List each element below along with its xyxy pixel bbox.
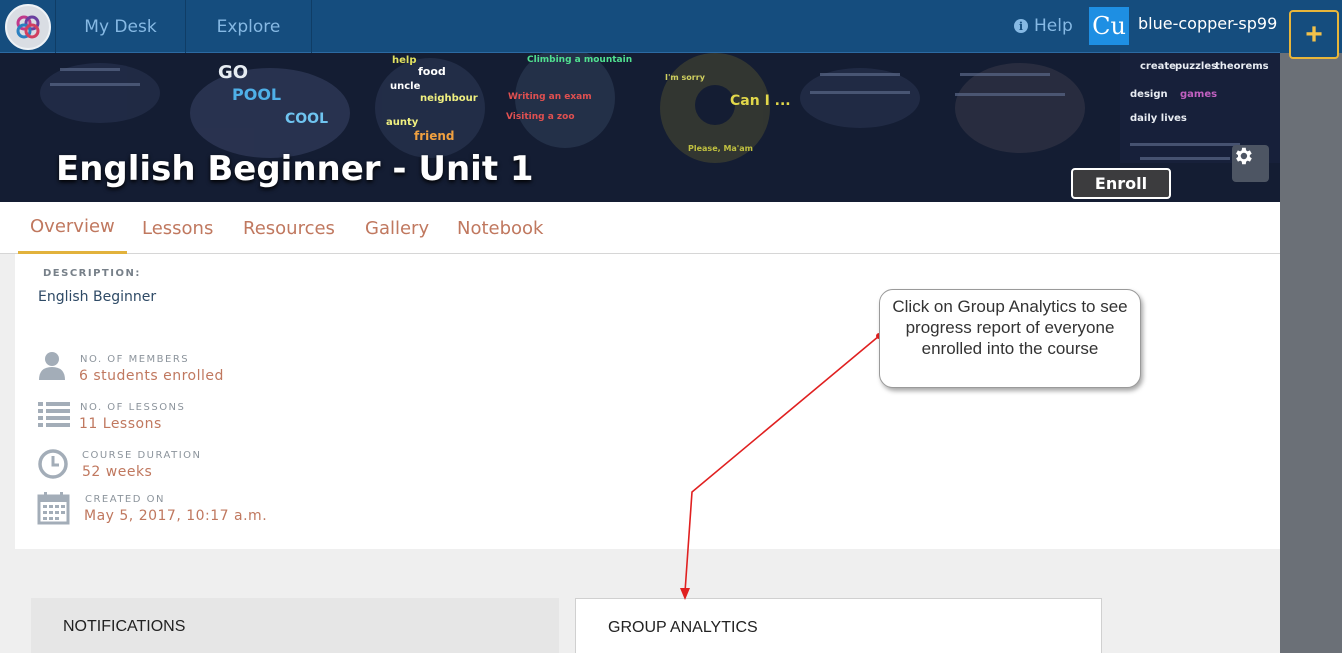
banner-word: COOL — [285, 111, 328, 127]
banner-word: POOL — [232, 85, 281, 104]
banner-word: food — [418, 65, 446, 78]
banner-word: Visiting a zoo — [506, 112, 575, 122]
settings-button[interactable] — [1232, 145, 1269, 182]
created-label: CREATED ON — [85, 494, 165, 505]
banner-word: help — [392, 55, 417, 66]
tab-overview[interactable]: Overview — [18, 202, 127, 254]
tab-lessons[interactable]: Lessons — [142, 202, 213, 254]
app-root: + My Desk Explore i Help Cu blue-copper-… — [0, 0, 1342, 653]
calendar-icon — [37, 492, 70, 525]
user-icon — [39, 352, 65, 380]
list-icon — [38, 402, 70, 427]
app-logo[interactable] — [5, 4, 51, 50]
banner-word: design — [1130, 89, 1168, 100]
clock-icon — [38, 449, 68, 479]
course-banner: GO POOL COOL Can I ... help food uncle a… — [0, 53, 1280, 202]
tab-resources[interactable]: Resources — [243, 202, 335, 254]
members-value: 6 students enrolled — [79, 368, 224, 384]
created-value: May 5, 2017, 10:17 a.m. — [84, 508, 268, 524]
tab-notebook[interactable]: Notebook — [457, 202, 543, 254]
banner-word: Can I ... — [730, 93, 791, 109]
banner-word: I'm sorry — [665, 73, 706, 82]
banner-word: Writing an exam — [508, 92, 592, 102]
right-gutter — [1280, 0, 1342, 653]
gear-icon — [1236, 147, 1252, 165]
banner-word: puzzles — [1175, 61, 1217, 72]
logo-icon — [16, 15, 40, 39]
course-title: English Beginner - Unit 1 — [56, 149, 534, 189]
avatar[interactable]: Cu — [1089, 7, 1129, 45]
help-label: Help — [1034, 16, 1073, 36]
nav-tab-my-desk[interactable]: My Desk — [55, 0, 186, 53]
description-label: DESCRIPTION: — [43, 268, 141, 279]
banner-word: daily lives — [1130, 113, 1187, 124]
banner-word: games — [1180, 89, 1217, 100]
duration-label: COURSE DURATION — [82, 450, 202, 461]
banner-word: friend — [414, 129, 455, 143]
tooltip-callout: Click on Group Analytics to see progress… — [879, 289, 1141, 388]
nav-tab-explore[interactable]: Explore — [186, 0, 312, 53]
add-button[interactable]: + — [1289, 10, 1339, 59]
info-icon: i — [1014, 19, 1028, 33]
banner-word: Please, Ma'am — [688, 144, 753, 153]
top-nav-bar: My Desk Explore i Help Cu blue-copper-sp… — [0, 0, 1280, 53]
course-tabs: Overview Lessons Resources Gallery Noteb… — [0, 202, 1280, 254]
banner-word: neighbour — [420, 93, 478, 104]
banner-word: Climbing a mountain — [527, 55, 632, 65]
group-analytics-card[interactable]: GROUP ANALYTICS — [575, 598, 1102, 653]
notifications-card[interactable]: NOTIFICATIONS — [31, 598, 559, 653]
help-link[interactable]: i Help — [1014, 16, 1073, 36]
banner-word: GO — [218, 62, 248, 83]
banner-word: create — [1140, 61, 1176, 72]
lessons-label: NO. OF LESSONS — [80, 402, 186, 413]
tab-gallery[interactable]: Gallery — [365, 202, 429, 254]
enroll-button[interactable]: Enroll — [1071, 168, 1171, 199]
banner-word: theorems — [1215, 61, 1269, 72]
notifications-title: NOTIFICATIONS — [63, 618, 186, 635]
duration-value: 52 weeks — [82, 464, 153, 480]
banner-word: uncle — [390, 81, 421, 92]
banner-word: aunty — [386, 117, 419, 128]
username[interactable]: blue-copper-sp99 — [1138, 14, 1277, 33]
members-label: NO. OF MEMBERS — [80, 354, 190, 365]
description-value: English Beginner — [38, 289, 157, 305]
lessons-value: 11 Lessons — [79, 416, 162, 432]
plus-icon: + — [1305, 17, 1323, 51]
group-analytics-title: GROUP ANALYTICS — [608, 619, 758, 636]
